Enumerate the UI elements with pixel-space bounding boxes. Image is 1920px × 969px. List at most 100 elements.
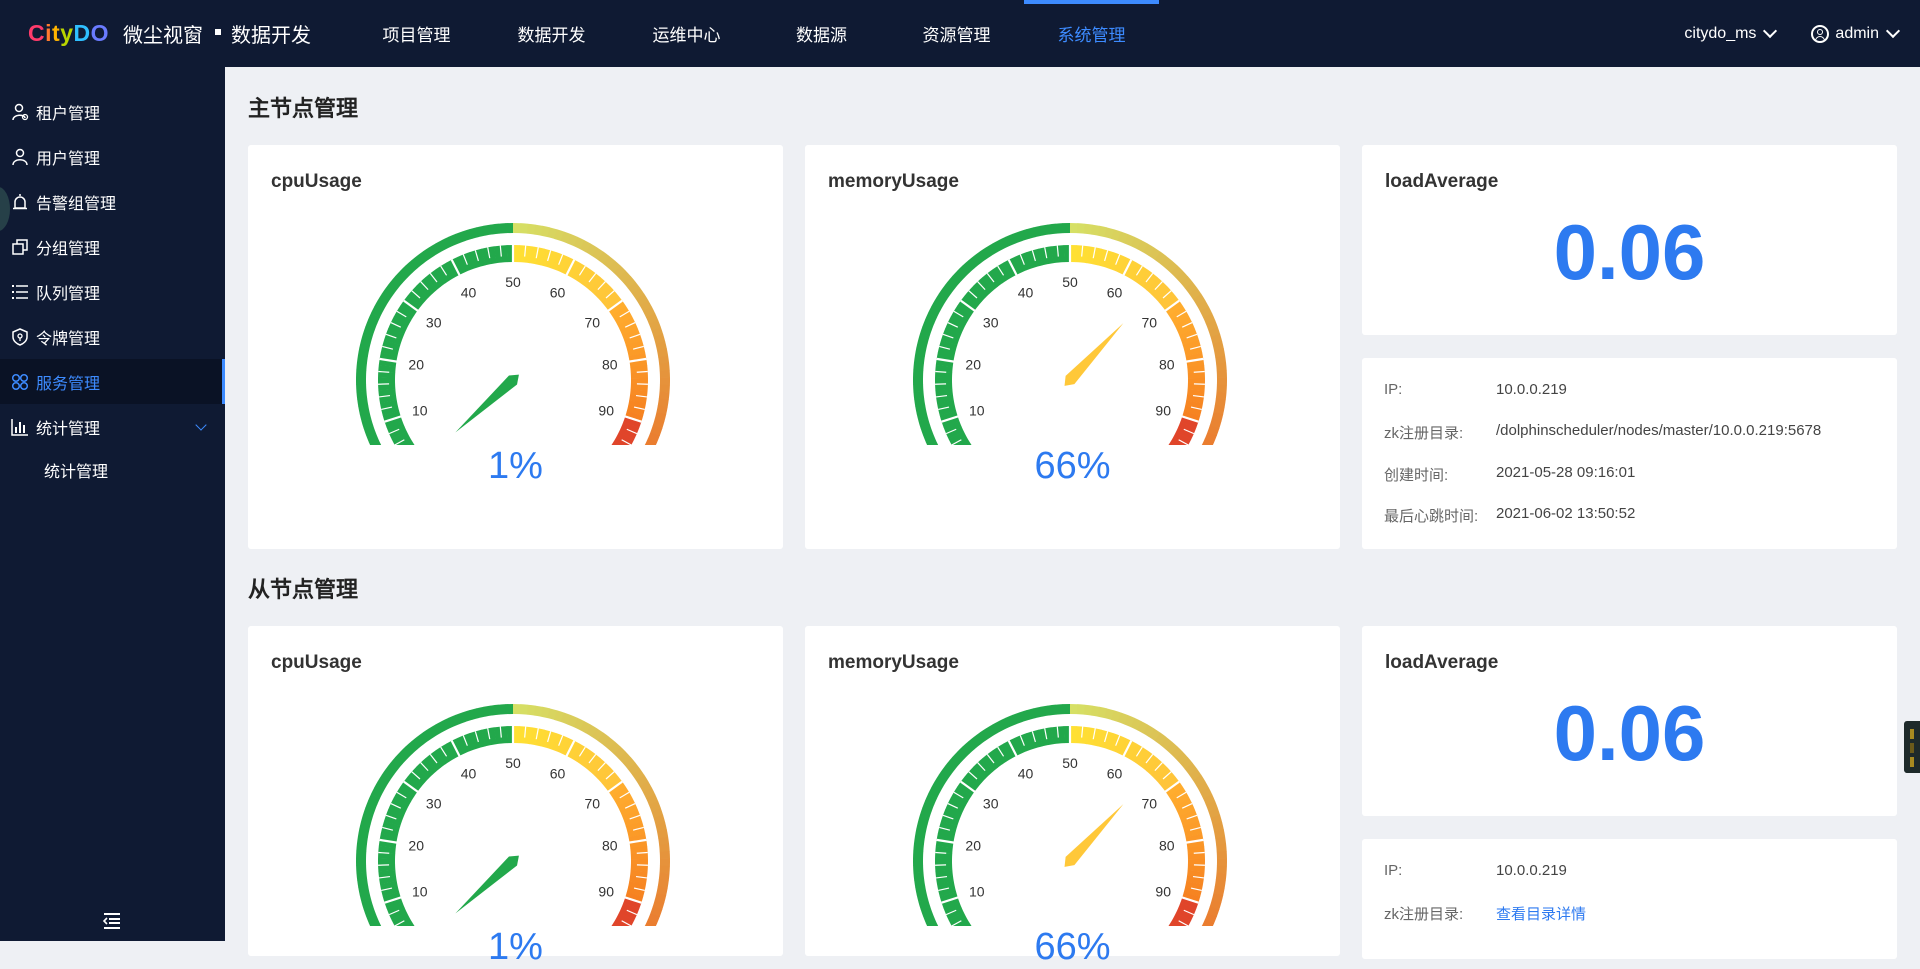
gauge-band	[935, 859, 952, 866]
logo-wordmark: CityDO	[28, 20, 109, 47]
nav-projects[interactable]: 项目管理	[349, 0, 484, 67]
gauge-band	[935, 378, 952, 385]
gauge-tick	[378, 853, 389, 854]
gauge-tick-label: 10	[412, 402, 428, 418]
gauge-outer-arc	[1189, 285, 1194, 291]
gauge-outer-arc	[1021, 715, 1028, 717]
gauge-outer-arc	[1077, 228, 1085, 229]
gauge-outer-arc	[660, 342, 662, 349]
gauge-outer-arc	[1210, 322, 1213, 329]
gauge-outer-arc	[600, 737, 606, 741]
gauge-tick	[1194, 853, 1205, 854]
gauge-outer-arc	[662, 349, 663, 356]
gauge-outer-arc	[655, 908, 658, 915]
gauge-outer-arc	[636, 291, 640, 297]
gauge-outer-arc	[1001, 241, 1008, 244]
sidebar-item-token[interactable]: 令牌管理	[0, 314, 225, 359]
gauge-outer-arc	[1151, 733, 1157, 737]
gauge-outer-arc	[548, 713, 555, 715]
gauge-outer-arc	[499, 228, 507, 229]
memory-gauge: 0102030405060708090100	[905, 696, 1235, 926]
gauge-outer-arc	[652, 915, 655, 922]
sidebar-item-group[interactable]: 分组管理	[0, 224, 225, 269]
gauge-outer-arc	[1201, 303, 1205, 310]
gauge-outer-arc	[1217, 894, 1219, 901]
sidebar-item-queue[interactable]: 队列管理	[0, 269, 225, 314]
sidebar-item-user[interactable]: 用户管理	[0, 134, 225, 179]
gauge-outer-arc	[478, 231, 485, 233]
sidebar-item-tenant[interactable]: 租户管理	[0, 89, 225, 134]
gauge-outer-arc	[1204, 790, 1207, 797]
gauge-outer-arc	[527, 710, 534, 711]
gauge-outer-arc	[370, 322, 373, 329]
sidebar-item-stats[interactable]: 统计管理	[0, 404, 225, 449]
info-label: zk注册目录:	[1384, 903, 1496, 924]
gauge-outer-arc	[622, 755, 627, 761]
nav-datasource[interactable]: 数据源	[754, 0, 889, 67]
gauge-outer-arc	[520, 228, 528, 229]
user-menu[interactable]: admin	[1811, 25, 1898, 43]
nav-resources[interactable]: 资源管理	[889, 0, 1024, 67]
gauge-outer-arc	[939, 296, 943, 302]
gauge-outer-arc	[1035, 712, 1042, 714]
worker-load-card: loadAverage 0.06	[1362, 626, 1897, 816]
gauge-outer-arc	[647, 309, 650, 316]
gauge-outer-arc	[925, 809, 927, 816]
info-row-created: 创建时间: 2021-05-28 09:16:01	[1384, 464, 1635, 485]
gauge-outer-arc	[656, 810, 658, 817]
gauge-outer-arc	[426, 732, 432, 736]
scroll-handle[interactable]	[1904, 721, 1920, 773]
gauge-tick-label: 50	[1062, 755, 1078, 771]
view-directory-link[interactable]: 查看目录详情	[1496, 903, 1586, 924]
gauge-outer-arc	[499, 709, 507, 710]
gauge-outer-arc	[1049, 229, 1056, 230]
gauge-outer-arc	[1084, 229, 1091, 230]
gauge-outer-arc	[921, 342, 923, 349]
gauge-outer-arc	[420, 255, 426, 259]
nav-system[interactable]: 系统管理	[1024, 0, 1159, 67]
collapse-sidebar-icon[interactable]	[102, 911, 122, 931]
gauge-outer-arc	[576, 722, 583, 725]
gauge-outer-arc	[1035, 231, 1042, 233]
gauge-outer-arc	[1209, 434, 1212, 441]
sidebar-item-label: 令牌管理	[36, 325, 100, 349]
logo-letter: D	[73, 20, 90, 47]
gauge-outer-arc	[627, 760, 632, 766]
gauge-outer-arc	[1169, 264, 1175, 269]
gauge-outer-arc	[362, 399, 363, 406]
tenant-dropdown[interactable]: citydo_ms	[1684, 25, 1775, 43]
nav-data-dev[interactable]: 数据开发	[484, 0, 619, 67]
service-icon	[10, 372, 30, 392]
gauge-outer-arc	[956, 274, 961, 280]
gauge-outer-arc	[368, 809, 370, 816]
logo-letter: y	[60, 20, 73, 47]
gauge-outer-arc	[394, 279, 399, 285]
gauge-outer-arc	[562, 236, 569, 239]
gauge-outer-arc	[983, 732, 989, 736]
gauge-needle	[455, 856, 519, 914]
gauge-outer-arc	[361, 873, 362, 880]
gauge-outer-arc	[951, 760, 956, 766]
sidebar-item-service[interactable]: 服务管理	[0, 359, 225, 404]
gauge-outer-arc	[1201, 784, 1205, 791]
gauge-outer-arc	[920, 830, 921, 837]
gauge-outer-arc	[1028, 232, 1035, 234]
gauge-outer-arc	[661, 406, 662, 413]
gauge-outer-arc	[370, 803, 373, 810]
info-row-zk: zk注册目录: 查看目录详情	[1384, 903, 1586, 924]
gauge-outer-arc	[485, 229, 492, 230]
gauge-outer-arc	[1091, 230, 1098, 231]
gauge-tick-label: 90	[1155, 402, 1171, 418]
nav-ops-center[interactable]: 运维中心	[619, 0, 754, 67]
gauge-outer-arc	[1204, 309, 1207, 316]
gauge-outer-arc	[420, 736, 426, 740]
gauge-outer-arc	[362, 356, 363, 363]
gauge-outer-arc	[1007, 239, 1014, 242]
gauge-outer-arc	[375, 309, 378, 316]
sidebar-subitem-stats[interactable]: 统计管理	[0, 449, 225, 490]
gauge-tick-label: 40	[1018, 766, 1034, 782]
app-logo[interactable]: CityDO 微尘视窗 数据开发	[28, 0, 311, 67]
sidebar-item-alarm-group[interactable]: 告警组管理	[0, 179, 225, 224]
gauge-outer-arc	[363, 830, 364, 837]
gauge-percent: 1%	[248, 926, 783, 969]
